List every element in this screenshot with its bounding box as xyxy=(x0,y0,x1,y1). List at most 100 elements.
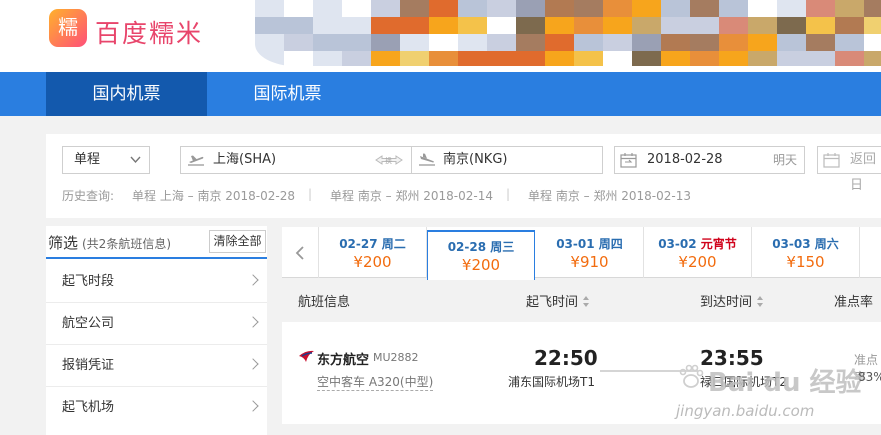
tab-international-flights[interactable]: 国际机票 xyxy=(207,72,368,116)
mosaic-tile xyxy=(371,17,400,34)
mosaic-tile xyxy=(487,0,516,17)
blurred-banner xyxy=(255,0,881,66)
date-label: 03-03 xyxy=(772,237,811,251)
depart-date-input[interactable]: 2018-02-28 明天 xyxy=(614,146,805,174)
date-option[interactable]: 03-02 元宵节 ¥200 xyxy=(644,227,752,278)
mosaic-tile xyxy=(284,0,313,17)
date-option[interactable]: 03-03 周六 ¥150 xyxy=(752,227,860,278)
col-depart-label: 起飞时间 xyxy=(526,295,579,310)
col-arrive-time[interactable]: 到达时间 xyxy=(700,287,764,318)
filter-airline[interactable]: 航空公司 xyxy=(46,303,267,345)
tab-domestic-flights[interactable]: 国内机票 xyxy=(46,72,207,116)
date-price: ¥910 xyxy=(570,253,609,271)
depart-day-hint: 明天 xyxy=(772,153,797,167)
aircraft-type[interactable]: 空中客车 A320(中型) xyxy=(317,373,434,391)
festival-label: 元宵节 xyxy=(700,237,737,251)
filter-row-label: 起飞时段 xyxy=(62,274,115,289)
china-eastern-logo-icon xyxy=(299,350,314,362)
history-item[interactable]: 单程 南京 – 郑州 2018-02-14 xyxy=(330,187,493,204)
prev-dates-button[interactable] xyxy=(282,227,319,278)
mosaic-tile xyxy=(516,17,545,34)
mosaic-tile xyxy=(864,51,881,66)
mosaic-tile xyxy=(777,17,806,34)
clear-all-button[interactable]: 清除全部 xyxy=(209,230,266,253)
return-date-input[interactable]: 返回日 xyxy=(817,146,881,193)
mosaic-tile xyxy=(661,51,690,66)
mosaic-tile xyxy=(516,0,545,17)
to-city-input[interactable]: 南京(NKG) xyxy=(411,146,603,174)
svg-text:换: 换 xyxy=(385,156,392,165)
mosaic-tile xyxy=(400,17,429,34)
chevron-right-icon xyxy=(247,358,259,370)
mosaic-tile xyxy=(545,17,574,34)
mosaic-tile xyxy=(313,34,342,51)
mosaic-tile xyxy=(690,17,719,34)
mosaic-tile xyxy=(690,0,719,17)
nuomi-logo-icon[interactable]: 糯 xyxy=(49,9,87,47)
trip-type-select[interactable]: 单程 xyxy=(62,146,150,174)
return-date-placeholder: 返回日 xyxy=(850,152,877,193)
date-price: ¥200 xyxy=(353,253,392,271)
date-label: 02-28 xyxy=(447,240,487,254)
chevron-right-icon xyxy=(247,274,259,286)
mosaic-tile xyxy=(342,34,371,51)
mosaic-tile xyxy=(313,0,342,17)
date-option[interactable]: 02-27 周二 ¥200 xyxy=(319,227,427,278)
filter-depart-airport[interactable]: 起飞机场 xyxy=(46,387,267,429)
mosaic-tile xyxy=(429,51,458,66)
mosaic-tile xyxy=(864,34,881,51)
date-option-selected[interactable]: 02-28 周三 ¥200 xyxy=(427,230,535,280)
mosaic-tile xyxy=(458,34,487,51)
depart-airport: 浦东国际机场T1 xyxy=(508,375,595,389)
brand-name[interactable]: 百度糯米 xyxy=(95,14,203,50)
arrive-airport: 禄口国际机场T2 xyxy=(700,375,787,389)
mosaic-tile xyxy=(835,0,864,17)
sort-icon xyxy=(582,296,590,307)
mosaic-tile xyxy=(342,0,371,17)
history-item[interactable]: 单程 南京 – 郑州 2018-02-13 xyxy=(528,187,691,204)
filter-header: 筛选 (共2条航班信息) 清除全部 xyxy=(46,226,267,259)
swap-icon: 换 xyxy=(375,155,403,165)
mosaic-tile xyxy=(748,51,777,66)
mosaic-tile xyxy=(690,34,719,51)
mosaic-tile xyxy=(748,0,777,17)
flight-duration-line xyxy=(600,370,698,372)
ontime-value: 83% xyxy=(858,370,881,384)
mosaic-tile xyxy=(777,0,806,17)
mosaic-tile xyxy=(516,34,545,51)
flight-row[interactable]: 东方航空 MU2882 空中客车 A320(中型) 22:50 浦东国际机场T1… xyxy=(282,322,881,424)
history-divider: | xyxy=(308,187,313,201)
mosaic-tile xyxy=(400,0,429,17)
mosaic-tile xyxy=(284,17,313,34)
sort-icon xyxy=(756,296,764,307)
filter-receipt[interactable]: 报销凭证 xyxy=(46,345,267,387)
calendar-icon xyxy=(620,153,637,168)
mosaic-tile xyxy=(458,0,487,17)
date-label: 02-27 xyxy=(339,237,378,251)
mosaic-tile xyxy=(603,0,632,17)
history-divider: | xyxy=(506,187,511,201)
mosaic-tile xyxy=(574,0,603,17)
mosaic-tile xyxy=(313,51,342,66)
mosaic-tile xyxy=(487,34,516,51)
filter-panel: 筛选 (共2条航班信息) 清除全部 起飞时段 航空公司 报销凭证 起飞机场 xyxy=(46,226,267,435)
swap-cities-button[interactable]: 换 xyxy=(374,150,404,170)
col-depart-time[interactable]: 起飞时间 xyxy=(526,287,590,318)
filter-depart-time[interactable]: 起飞时段 xyxy=(46,261,267,303)
date-option[interactable]: 03-01 周四 ¥910 xyxy=(536,227,644,278)
mosaic-tile xyxy=(632,0,661,17)
chevron-left-icon xyxy=(295,246,304,260)
mosaic-tile xyxy=(777,34,806,51)
filter-row-label: 起飞机场 xyxy=(62,400,115,415)
chevron-down-icon xyxy=(130,156,141,164)
mosaic-tile xyxy=(255,17,284,34)
weekday-label: 周三 xyxy=(490,240,515,254)
date-price: ¥200 xyxy=(678,253,717,271)
mosaic-tile xyxy=(632,51,661,66)
mosaic-tile xyxy=(661,17,690,34)
mosaic-tile xyxy=(806,51,835,66)
mosaic-tile xyxy=(574,17,603,34)
weekday-label: 周二 xyxy=(381,237,406,251)
mosaic-tile xyxy=(400,34,429,51)
history-item[interactable]: 单程 上海 – 南京 2018-02-28 xyxy=(132,187,295,204)
